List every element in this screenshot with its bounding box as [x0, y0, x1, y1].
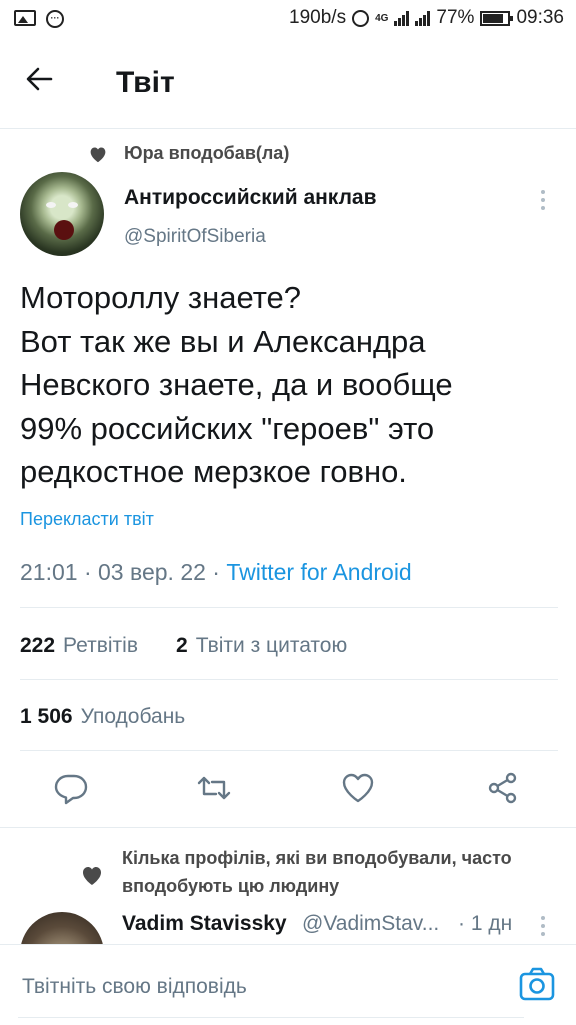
- heart-icon: [83, 867, 101, 885]
- client-link[interactable]: Twitter for Android: [226, 559, 411, 585]
- retweets-count: 222: [20, 634, 56, 657]
- more-options-icon[interactable]: [536, 916, 550, 940]
- retweets-stat[interactable]: 222 Ретвітів: [20, 634, 138, 658]
- author-name[interactable]: Антироссийский анклав: [124, 186, 377, 210]
- more-options-icon[interactable]: [536, 190, 550, 214]
- quotes-stat[interactable]: 2 Твіти з цитатою: [176, 634, 347, 658]
- clock: 09:36: [516, 7, 564, 28]
- tweet-meta: 21:01 · 03 вер. 22 · Twitter for Android: [20, 559, 412, 585]
- author-handle[interactable]: @SpiritOfSiberia: [124, 226, 266, 248]
- message-notification-icon: ···: [46, 10, 64, 28]
- camera-icon[interactable]: [518, 965, 556, 1003]
- quotes-label: Твіти з цитатою: [195, 634, 348, 657]
- divider: [20, 607, 558, 608]
- suggestion-text: Кілька профілів, які ви вподобували, час…: [122, 848, 512, 896]
- tweet-time: 21:01: [20, 559, 78, 585]
- signal-icon: [394, 10, 410, 26]
- likes-count: 1 506: [20, 705, 73, 728]
- reply-input[interactable]: Твітніть свою відповідь: [22, 975, 247, 999]
- app-header: Твіт: [0, 38, 576, 129]
- retweet-button[interactable]: [196, 770, 236, 810]
- tweet-date: 03 вер. 22: [98, 559, 206, 585]
- share-button[interactable]: [485, 770, 525, 810]
- tweet-text-line: Невского знаете, да и вообще: [20, 367, 453, 402]
- status-bar: ··· 190b/s 4G 77% 09:36: [0, 0, 576, 38]
- social-context[interactable]: Юра вподобав(ла): [88, 143, 289, 164]
- profile-time: · 1 дн: [458, 912, 513, 935]
- avatar[interactable]: [20, 172, 104, 256]
- quotes-count: 2: [176, 634, 188, 657]
- network-speed: 190b/s: [289, 7, 347, 28]
- divider: [20, 750, 558, 751]
- image-notification-icon: [14, 10, 36, 26]
- reply-composer[interactable]: Твітніть свою відповідь: [0, 944, 576, 1025]
- tweet-text-line: редкостное мерзкое говно.: [20, 454, 407, 489]
- tweet-text: Мотороллу знаете? Вот так же вы и Алекса…: [20, 276, 560, 494]
- likes-stat[interactable]: 1 506 Уподобань: [20, 705, 185, 729]
- reply-button[interactable]: [53, 770, 93, 810]
- like-icon: [342, 773, 374, 803]
- likes-label: Уподобань: [80, 705, 186, 728]
- arrow-left-icon: [26, 67, 53, 91]
- tweet-text-line: Вот так же вы и Александра: [20, 323, 426, 359]
- tweet-actions: [0, 758, 576, 820]
- signal-icon-2: [415, 10, 431, 26]
- profile-name[interactable]: Vadim Stavissky: [122, 912, 287, 936]
- battery-level: 77%: [436, 7, 475, 28]
- retweets-label: Ретвітів: [63, 634, 138, 657]
- heart-icon: [90, 146, 106, 162]
- retweet-icon: [197, 776, 231, 800]
- profile-handle[interactable]: @VadimStav...: [302, 912, 439, 936]
- reply-icon: [54, 774, 88, 805]
- social-context-label: Юра вподобав(ла): [124, 143, 290, 163]
- battery-icon: [480, 10, 514, 26]
- reply-input-underline: [18, 1017, 524, 1018]
- divider: [20, 679, 558, 680]
- tweet-text-line: Мотороллу знаете?: [20, 280, 302, 315]
- share-icon: [488, 772, 517, 804]
- page-title: Твіт: [116, 66, 175, 99]
- section-divider: [0, 827, 576, 828]
- translate-link[interactable]: Перекласти твіт: [20, 509, 154, 530]
- tweet-text-line: 99% российских "героев" это: [20, 410, 435, 446]
- back-button[interactable]: [24, 64, 68, 104]
- alarm-icon: [352, 9, 370, 27]
- network-type: 4G: [375, 12, 389, 24]
- like-button[interactable]: [340, 770, 380, 810]
